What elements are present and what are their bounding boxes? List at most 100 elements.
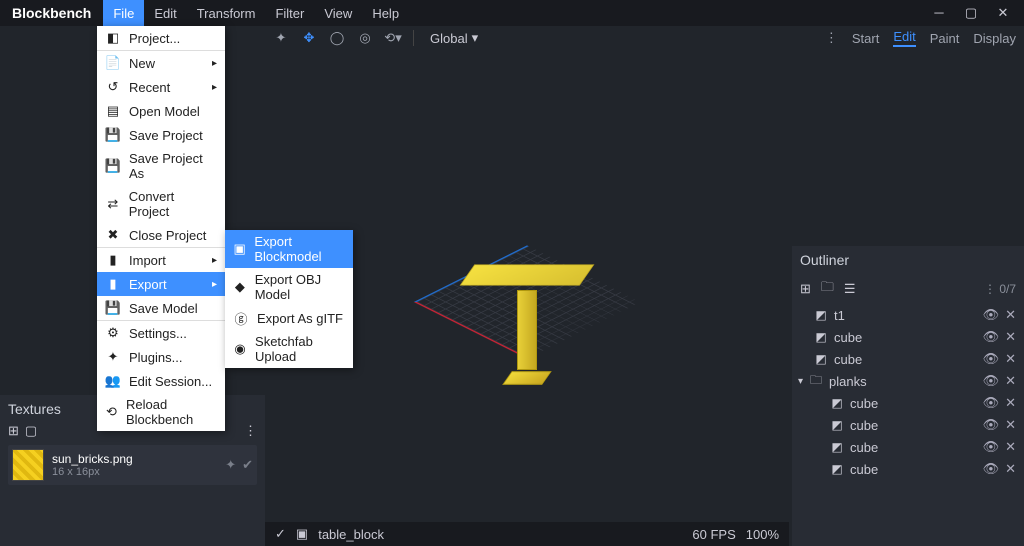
delete-icon[interactable]: ✕	[1005, 373, 1016, 389]
menu-filter[interactable]: Filter	[265, 0, 314, 26]
delete-icon[interactable]: ✕	[1005, 329, 1016, 345]
outliner-row[interactable]: ◩cube👁✕	[800, 458, 1016, 480]
new-texture-button[interactable]: ▢	[25, 423, 37, 439]
submenu-arrow-icon: ▸	[212, 255, 217, 266]
menu-item-icon: ◉	[233, 341, 247, 357]
delete-icon[interactable]: ✕	[1005, 461, 1016, 477]
pivot-tool-icon[interactable]: ⟲▾	[385, 30, 401, 46]
mode-tabs-more-icon[interactable]: ⋮	[825, 30, 838, 46]
menu-item-label: New	[129, 56, 155, 71]
mode-display[interactable]: Display	[973, 31, 1016, 46]
visibility-icon[interactable]: 👁	[983, 329, 1000, 345]
menu-item-icon: ✖	[105, 227, 121, 243]
file-menu-recent[interactable]: ↺Recent▸	[97, 75, 225, 99]
coordinate-space-label: Global	[430, 31, 468, 46]
delete-icon[interactable]: ✕	[1005, 351, 1016, 367]
title-bar: Blockbench File Edit Transform Filter Vi…	[0, 0, 1024, 26]
add-folder-button[interactable]: 🗀	[821, 278, 834, 300]
delete-icon[interactable]: ✕	[1005, 395, 1016, 411]
file-menu-reload-blockbench[interactable]: ⟲Reload Blockbench	[97, 393, 225, 431]
visibility-icon[interactable]: 👁	[983, 373, 1000, 389]
outliner-list-button[interactable]: ☰	[844, 281, 856, 297]
menu-item-icon: ✦	[105, 349, 121, 365]
submenu-arrow-icon: ▸	[212, 279, 217, 290]
maximize-button[interactable]: ▢	[964, 5, 978, 21]
status-check-icon[interactable]: ✓	[275, 526, 286, 542]
file-menu-open-model[interactable]: ▤Open Model	[97, 99, 225, 123]
export-menu-sketchfab-upload[interactable]: ◉Sketchfab Upload	[225, 330, 353, 368]
outliner-row[interactable]: ▾🗀planks👁✕	[800, 370, 1016, 392]
outliner-row[interactable]: ◩t1👁✕	[800, 304, 1016, 326]
menu-item-label: Save Model	[129, 301, 198, 316]
menu-help[interactable]: Help	[362, 0, 409, 26]
visibility-icon[interactable]: 👁	[983, 461, 1000, 477]
visibility-icon[interactable]: 👁	[983, 351, 1000, 367]
visibility-icon[interactable]: 👁	[983, 395, 1000, 411]
file-menu-export[interactable]: ▮Export▸	[97, 272, 225, 296]
app-title: Blockbench	[0, 5, 103, 21]
file-menu-import[interactable]: ▮Import▸	[97, 247, 225, 272]
delete-icon[interactable]: ✕	[1005, 307, 1016, 323]
file-menu-edit-session-[interactable]: 👥Edit Session...	[97, 369, 225, 393]
outliner-row-label: planks	[829, 374, 867, 389]
file-menu-convert-project[interactable]: ⇄Convert Project	[97, 185, 225, 223]
export-menu-export-obj-model[interactable]: ◆Export OBJ Model	[225, 268, 353, 306]
visibility-icon[interactable]: 👁	[983, 417, 1000, 433]
delete-icon[interactable]: ✕	[1005, 439, 1016, 455]
menu-view[interactable]: View	[314, 0, 362, 26]
menu-item-icon: ⟲	[105, 404, 118, 420]
file-menu-new[interactable]: 📄New▸	[97, 50, 225, 75]
file-menu-plugins-[interactable]: ✦Plugins...	[97, 345, 225, 369]
visibility-icon[interactable]: 👁	[983, 307, 1000, 323]
add-cube-button[interactable]: ⊞	[800, 281, 811, 297]
file-dropdown: ◧Project...📄New▸↺Recent▸▤Open Model💾Save…	[97, 26, 225, 431]
transform-tool-icon[interactable]: ✥	[301, 30, 317, 46]
menu-item-label: Edit Session...	[129, 374, 212, 389]
outliner-more-icon[interactable]: ⋮	[984, 282, 996, 296]
export-menu-export-blockmodel[interactable]: ▣Export Blockmodel	[225, 230, 353, 268]
rotate-tool-icon[interactable]: ◯	[329, 30, 345, 46]
saved-icon: ✔	[242, 457, 253, 473]
mode-paint[interactable]: Paint	[930, 31, 960, 46]
file-menu-save-project-as[interactable]: 💾Save Project As	[97, 147, 225, 185]
toolbar-separator	[413, 30, 414, 46]
texture-item[interactable]: sun_bricks.png 16 x 16px ✦ ✔	[8, 445, 257, 485]
outliner-row-label: cube	[850, 440, 878, 455]
menu-item-icon: 📄	[105, 55, 121, 71]
menu-item-icon: 💾	[105, 158, 121, 174]
mode-start[interactable]: Start	[852, 31, 879, 46]
particle-icon[interactable]: ✦	[225, 457, 236, 473]
textures-more-icon[interactable]: ⋮	[244, 423, 257, 439]
file-menu-save-model[interactable]: 💾 Save Model	[97, 296, 225, 320]
delete-icon[interactable]: ✕	[1005, 417, 1016, 433]
submenu-arrow-icon: ▸	[212, 82, 217, 93]
visibility-icon[interactable]: 👁	[983, 439, 1000, 455]
minimize-button[interactable]: ─	[932, 5, 946, 21]
outliner-row[interactable]: ◩cube👁✕	[800, 414, 1016, 436]
outliner-row[interactable]: ◩cube👁✕	[800, 392, 1016, 414]
file-menu-project-[interactable]: ◧Project...	[97, 26, 225, 50]
outliner-panel: Outliner ⊞ 🗀 ☰ ⋮ 0/7 ◩t1👁✕◩cube👁✕◩cube👁✕…	[792, 246, 1024, 546]
caret-down-icon[interactable]: ▾	[798, 376, 803, 387]
coordinate-space-select[interactable]: Global ▾	[430, 30, 478, 46]
pointer-tool-icon[interactable]: ✦	[273, 30, 289, 46]
export-menu-export-as-gitf[interactable]: ⓖExport As gITF	[225, 306, 353, 330]
add-texture-button[interactable]: ⊞	[8, 423, 19, 439]
mode-edit[interactable]: Edit	[893, 29, 915, 47]
file-menu-save-project[interactable]: 💾Save Project	[97, 123, 225, 147]
menu-item-icon: ⓖ	[233, 310, 249, 326]
menu-bar: File Edit Transform Filter View Help	[103, 0, 409, 26]
outliner-row[interactable]: ◩cube👁✕	[800, 436, 1016, 458]
menu-item-icon: 💾	[105, 300, 121, 316]
file-menu-settings-[interactable]: ⚙Settings...	[97, 320, 225, 345]
menu-edit[interactable]: Edit	[144, 0, 186, 26]
outliner-row[interactable]: ◩cube👁✕	[800, 326, 1016, 348]
close-button[interactable]: ✕	[996, 5, 1010, 21]
cube-icon: ◩	[814, 352, 828, 366]
status-fps: 60 FPS	[692, 527, 735, 542]
file-menu-close-project[interactable]: ✖Close Project	[97, 223, 225, 247]
menu-file[interactable]: File	[103, 0, 144, 26]
outliner-row[interactable]: ◩cube👁✕	[800, 348, 1016, 370]
scale-tool-icon[interactable]: ◎	[357, 30, 373, 46]
menu-transform[interactable]: Transform	[187, 0, 266, 26]
